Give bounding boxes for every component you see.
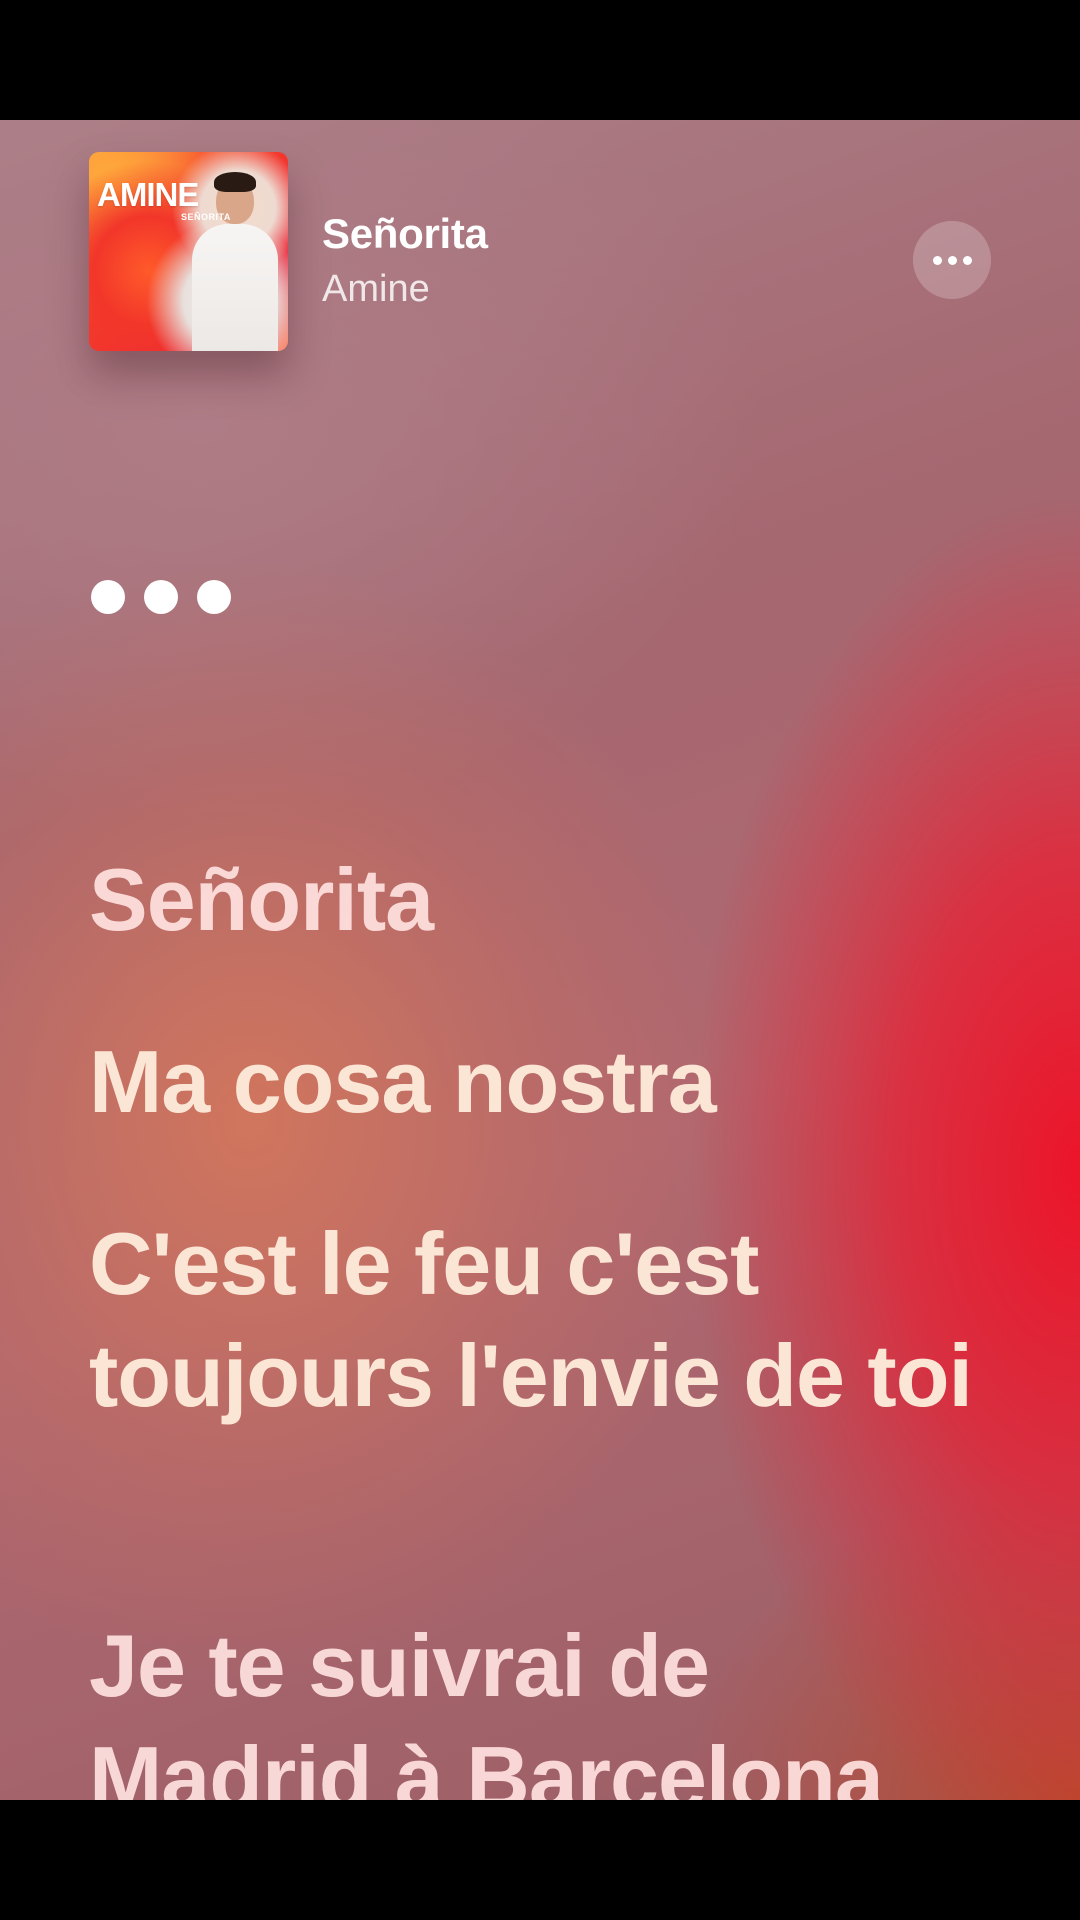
more-options-button[interactable]	[913, 221, 991, 299]
lyrics-player: AMINE SEÑORITA Señorita Amine Señorita M…	[0, 120, 1080, 1800]
song-artist[interactable]: Amine	[322, 268, 430, 311]
three-dots-icon	[91, 580, 125, 614]
now-playing-header: AMINE SEÑORITA Señorita Amine	[0, 120, 1080, 380]
song-title: Señorita	[322, 210, 488, 257]
interlude-indicator	[91, 579, 250, 615]
album-artwork[interactable]: AMINE SEÑORITA	[89, 152, 288, 351]
album-artist-photo	[192, 170, 278, 351]
lyric-line[interactable]: C'est le feu c'est toujours l'envie de t…	[89, 1208, 989, 1432]
lyric-line[interactable]: Ma cosa nostra	[89, 1026, 717, 1138]
album-art-title-text: SEÑORITA	[181, 212, 231, 222]
lyric-line[interactable]: Señorita	[89, 844, 434, 956]
ellipsis-icon	[932, 255, 942, 265]
screen: AMINE SEÑORITA Señorita Amine Señorita M…	[0, 0, 1080, 1920]
album-art-artist-text: AMINE	[97, 176, 199, 213]
lyric-line[interactable]: Je te suivrai de Madrid à Barcelona	[89, 1610, 989, 1800]
